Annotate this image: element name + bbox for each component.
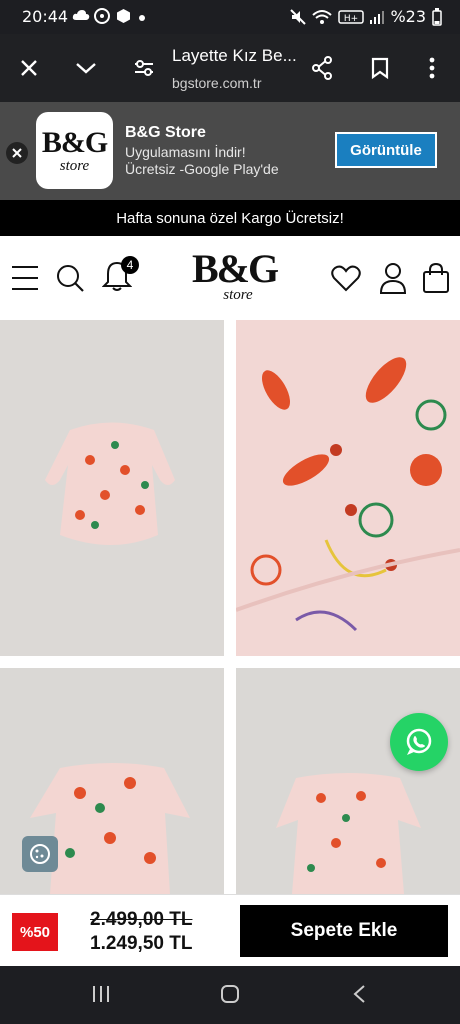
chevron-down-icon bbox=[76, 63, 96, 74]
network-type-icon: H+ bbox=[338, 9, 365, 24]
promo-text: Hafta sonuna özel Kargo Ücretsiz! bbox=[116, 209, 344, 227]
bag-icon[interactable] bbox=[422, 263, 450, 293]
cookie-icon bbox=[30, 844, 50, 864]
bookmark-icon bbox=[371, 57, 389, 79]
back-icon[interactable] bbox=[352, 984, 366, 1004]
view-app-button[interactable]: Görüntüle bbox=[335, 132, 437, 168]
current-price: 1.249,50 TL bbox=[90, 933, 193, 954]
system-nav-bar bbox=[0, 966, 460, 1024]
buy-bar: %50 2.499,00 TL 1.249,50 TL Sepete Ekle bbox=[0, 894, 460, 966]
app-name: B&G Store bbox=[125, 124, 206, 141]
share-icon bbox=[312, 56, 332, 80]
page-url[interactable]: bgstore.com.tr bbox=[172, 75, 261, 91]
app-notification-icon bbox=[94, 8, 110, 24]
user-icon[interactable] bbox=[379, 262, 407, 294]
close-tab-button[interactable] bbox=[11, 50, 47, 86]
more-button[interactable] bbox=[414, 50, 450, 86]
close-icon bbox=[12, 148, 22, 158]
promo-strip[interactable]: Hafta sonuna özel Kargo Ücretsiz! bbox=[0, 200, 460, 236]
browser-bar: Layette Kız Be... bgstore.com.tr bbox=[0, 34, 460, 102]
product-image-4[interactable] bbox=[236, 668, 460, 894]
site-header: 4 B&G store bbox=[0, 236, 460, 320]
product-image-1[interactable] bbox=[0, 320, 224, 656]
fabric-closeup-illustration bbox=[236, 320, 460, 656]
dress-illustration bbox=[45, 422, 175, 545]
search-icon[interactable] bbox=[56, 264, 84, 292]
cookie-settings-button[interactable] bbox=[22, 836, 58, 872]
old-price: 2.499,00 TL bbox=[90, 909, 193, 930]
close-icon bbox=[21, 60, 37, 76]
home-icon[interactable] bbox=[220, 984, 240, 1004]
app-cta-line1: Uygulamasını İndir! bbox=[125, 144, 246, 160]
site-settings-button[interactable] bbox=[126, 50, 162, 86]
dot-icon bbox=[139, 15, 145, 21]
add-to-cart-button[interactable]: Sepete Ekle bbox=[240, 905, 448, 957]
heart-icon[interactable] bbox=[331, 265, 361, 292]
battery-percent: %23 bbox=[390, 7, 426, 26]
product-image-2[interactable] bbox=[236, 320, 460, 656]
status-right: H+ %23 bbox=[290, 7, 442, 26]
site-logo-main: B&G bbox=[192, 246, 279, 291]
battery-icon bbox=[432, 7, 442, 26]
cloud-icon bbox=[72, 10, 90, 20]
svg-text:H+: H+ bbox=[344, 14, 358, 24]
site-logo[interactable]: B&G store bbox=[192, 246, 279, 303]
banner-close-button[interactable] bbox=[6, 142, 28, 164]
bookmark-button[interactable] bbox=[362, 50, 398, 86]
app-logo-sub: store bbox=[59, 157, 90, 174]
status-time: 20:44 bbox=[22, 7, 69, 26]
screen: 20:44 H+ %23 Layette Kız Be... bgstore.c… bbox=[0, 0, 460, 1024]
notification-badge: 4 bbox=[121, 256, 139, 274]
whatsapp-button[interactable] bbox=[390, 713, 448, 771]
more-icon bbox=[429, 57, 435, 79]
share-button[interactable] bbox=[304, 50, 340, 86]
dress-illustration bbox=[276, 773, 421, 894]
wifi-icon bbox=[312, 9, 333, 24]
recent-apps-icon[interactable] bbox=[91, 984, 111, 1004]
tune-icon bbox=[135, 60, 153, 76]
minimize-button[interactable] bbox=[68, 50, 104, 86]
status-bar: 20:44 H+ %23 bbox=[0, 0, 460, 34]
app-banner: B&G store B&G Store Uygulamasını İndir! … bbox=[0, 102, 460, 200]
app-logo: B&G store bbox=[36, 112, 113, 189]
mute-icon bbox=[290, 8, 307, 25]
app-cta-line2: Ücretsiz -Google Play'de bbox=[125, 161, 279, 177]
signal-icon bbox=[370, 10, 385, 24]
box-icon bbox=[117, 9, 130, 23]
menu-icon[interactable] bbox=[12, 265, 38, 291]
app-logo-main: B&G bbox=[41, 125, 108, 159]
discount-badge: %50 bbox=[12, 913, 58, 951]
whatsapp-icon bbox=[406, 728, 432, 755]
product-gallery bbox=[0, 320, 460, 894]
page-title[interactable]: Layette Kız Be... bbox=[172, 46, 297, 66]
